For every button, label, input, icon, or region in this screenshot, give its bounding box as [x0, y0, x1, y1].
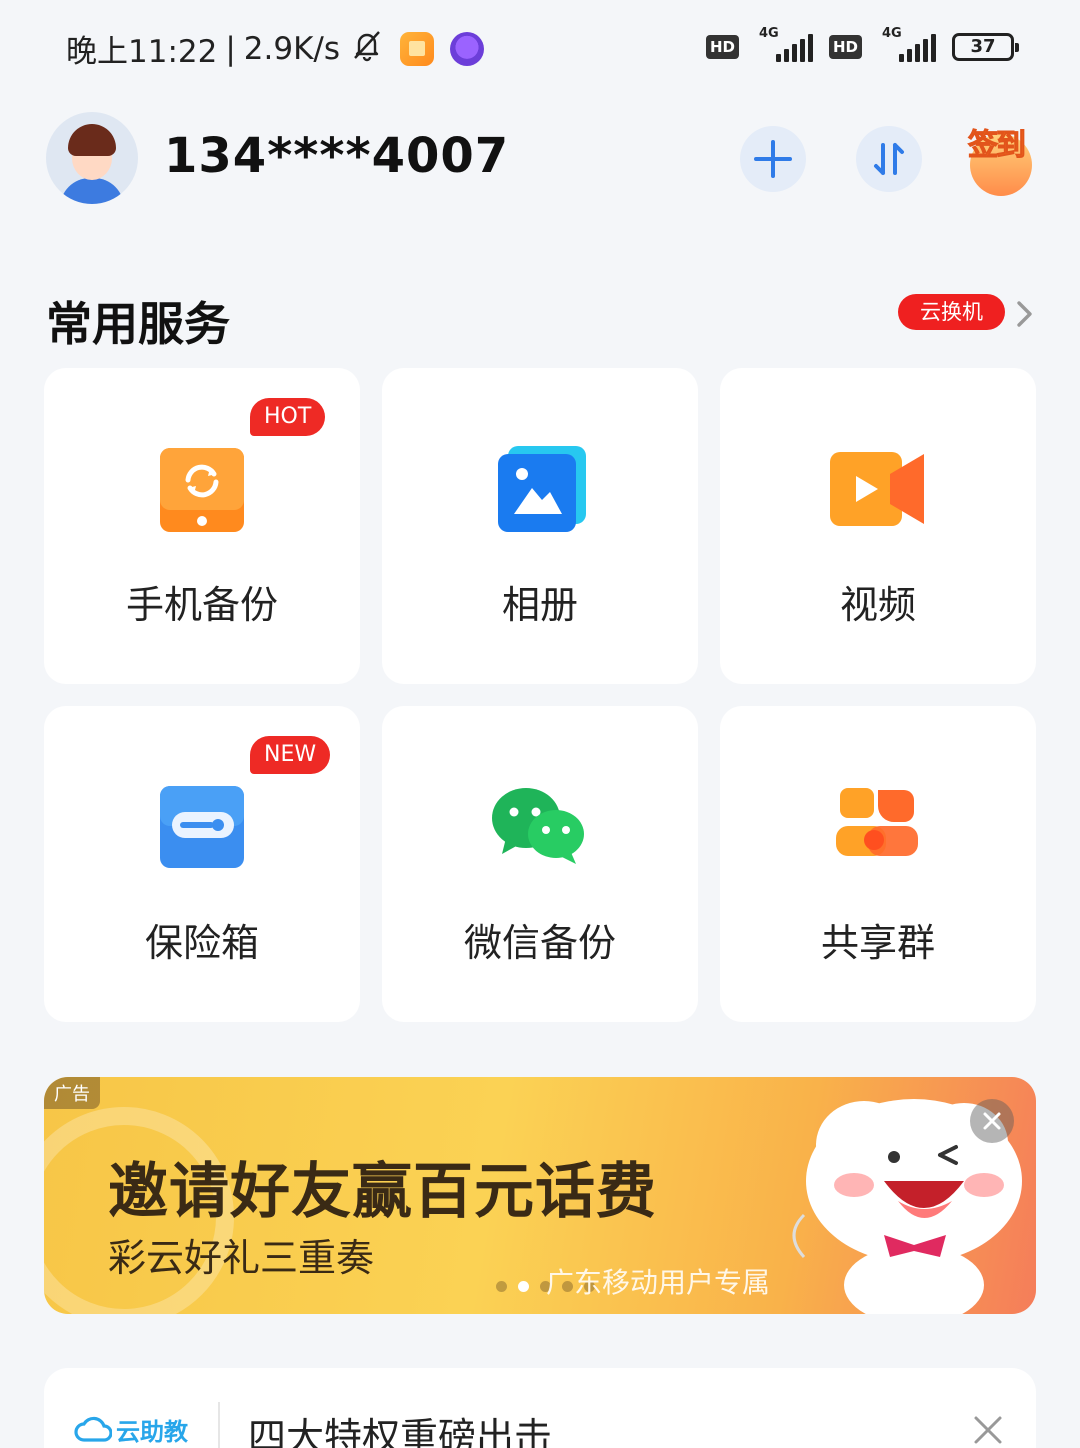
service-label: 视频 — [839, 583, 916, 627]
transfer-button[interactable] — [856, 126, 922, 192]
ad-banner[interactable]: 广告 邀请好友赢百元话费 彩云好礼三重奏 广东移动用户专属 — [44, 1077, 1036, 1314]
video-camera-icon — [830, 452, 924, 526]
service-label: 保险箱 — [144, 921, 259, 965]
service-label: 手机备份 — [125, 583, 278, 627]
transfer-arrows-icon — [874, 143, 904, 175]
share-group-icon — [836, 788, 918, 856]
assistant-logo: 云助教 — [74, 1412, 188, 1447]
service-share-group[interactable]: 共享群 — [720, 706, 1036, 1022]
cloud-swap-badge[interactable]: 云换机 — [898, 294, 1005, 330]
hd-icon: HD — [705, 35, 739, 59]
add-button[interactable] — [740, 126, 806, 192]
new-badge: NEW — [250, 736, 331, 774]
close-icon[interactable] — [972, 1414, 1004, 1446]
avatar[interactable] — [46, 112, 138, 204]
close-icon — [983, 1112, 1001, 1130]
checkin-label: 签到 — [968, 128, 1027, 164]
section-title: 常用服务 — [46, 297, 230, 351]
carousel-dot-active — [518, 1281, 529, 1292]
service-safe-box[interactable]: NEW 保险箱 — [44, 706, 360, 1022]
checkin-button[interactable]: 签到 — [966, 120, 1036, 196]
ad-exclusive-note: 广东移动用户专属 — [546, 1266, 771, 1299]
ad-close-button[interactable] — [970, 1099, 1014, 1143]
carousel-dot — [496, 1281, 507, 1292]
status-bar: 晚上11:22 | 2.9K/s HD 4G HD 4G 37 — [0, 0, 1080, 96]
service-phone-backup[interactable]: HOT 手机备份 — [44, 368, 360, 684]
tip-text: 四大特权重磅出击 — [248, 1415, 553, 1448]
battery-icon: 37 — [952, 33, 1019, 61]
service-label: 微信备份 — [463, 921, 616, 965]
plus-icon — [754, 140, 792, 178]
safe-key-icon — [160, 786, 244, 868]
service-label: 共享群 — [820, 921, 935, 965]
service-album[interactable]: 相册 — [382, 368, 698, 684]
service-video[interactable]: 视频 — [720, 368, 1036, 684]
cloud-icon — [74, 1416, 112, 1442]
clock: 晚上11:22 — [66, 34, 218, 70]
service-wechat-backup[interactable]: 微信备份 — [382, 706, 698, 1022]
user-header: 134****4007 签到 — [46, 110, 1036, 206]
network-speed: 2.9K/s — [243, 30, 341, 67]
status-separator: | — [225, 30, 236, 67]
hot-badge: HOT — [250, 398, 326, 436]
assistant-logo-text: 云助教 — [116, 1418, 188, 1446]
status-right: HD 4G HD 4G 37 — [705, 26, 1019, 64]
notes-app-icon — [400, 31, 435, 66]
page: 晚上11:22 | 2.9K/s HD 4G HD 4G 37 134****4… — [0, 0, 1080, 1448]
wechat-icon — [492, 788, 584, 864]
cloud-app-icon — [450, 31, 485, 66]
chevron-right-icon[interactable] — [1014, 300, 1036, 328]
ad-subline: 彩云好礼三重奏 — [108, 1236, 375, 1280]
mute-bell-icon — [350, 28, 384, 70]
phone-backup-icon — [160, 448, 244, 532]
ad-headline: 邀请好友赢百元话费 — [108, 1157, 657, 1227]
signal-icon: 4G — [755, 26, 813, 64]
ad-tag: 广告 — [44, 1077, 100, 1109]
divider — [218, 1402, 220, 1448]
signal-icon: 4G — [878, 26, 936, 64]
service-label: 相册 — [501, 583, 578, 627]
hd-icon: HD — [828, 35, 862, 59]
user-phone[interactable]: 134****4007 — [164, 128, 509, 184]
tip-card[interactable]: 云助教 四大特权重磅出击 — [44, 1368, 1036, 1448]
status-left: 晚上11:22 | 2.9K/s — [66, 26, 485, 71]
photo-icon — [498, 446, 586, 532]
